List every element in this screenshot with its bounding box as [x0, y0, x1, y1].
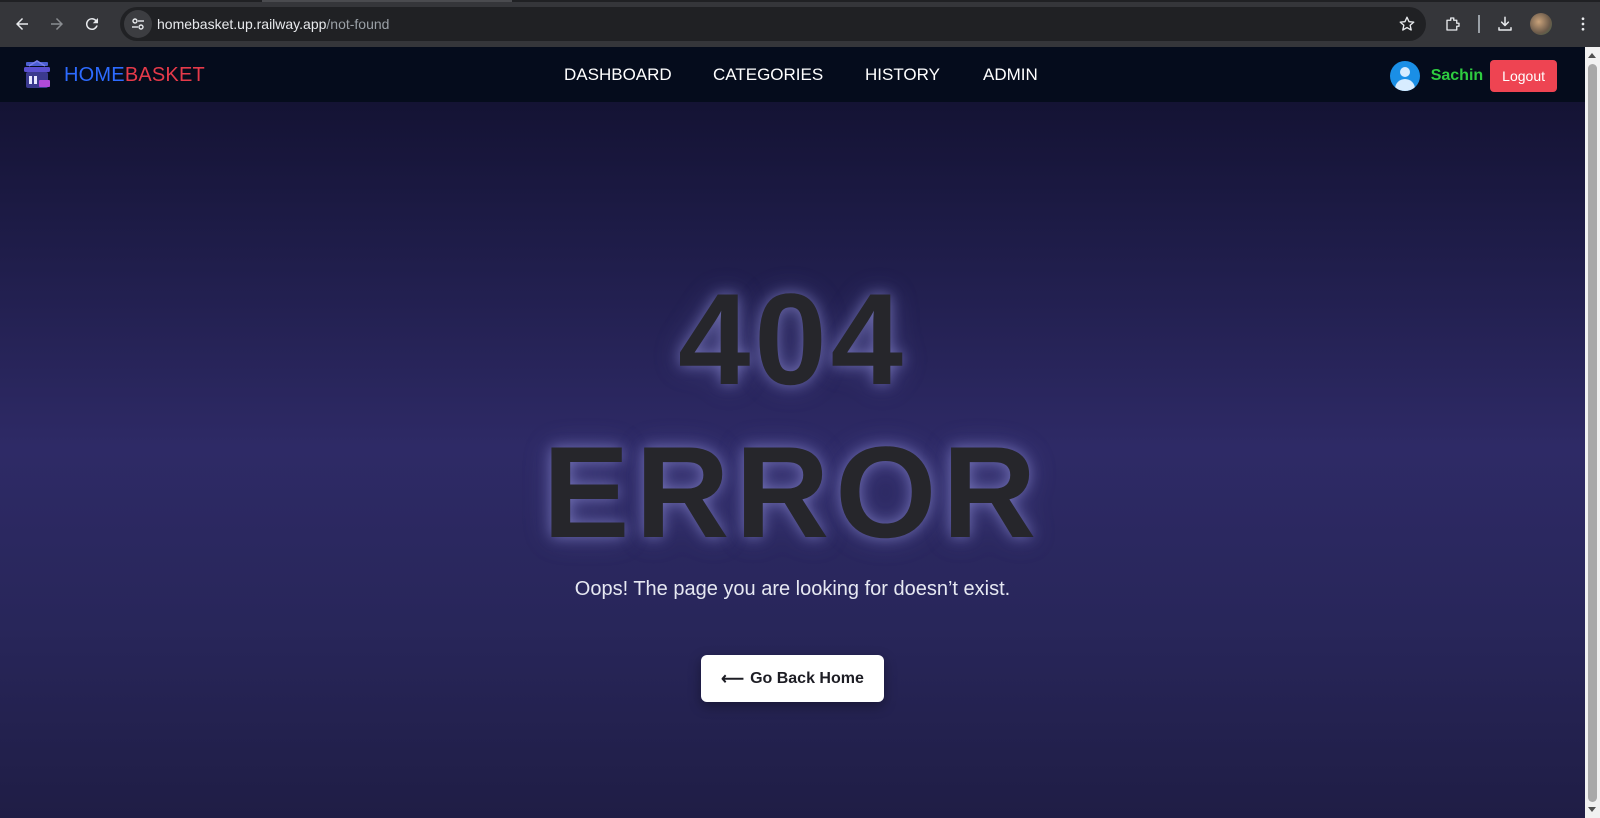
error-code: 404	[678, 266, 907, 412]
tab-strip	[0, 0, 1600, 2]
browser-toolbar: homebasket.up.railway.app/not-found	[0, 0, 1600, 47]
nav-categories[interactable]: CATEGORIES	[713, 65, 823, 85]
more-menu-button[interactable]	[1567, 8, 1599, 40]
nav-admin[interactable]: ADMIN	[983, 65, 1038, 85]
more-menu-icon	[1581, 17, 1585, 31]
active-tab-indicator	[262, 0, 512, 2]
scroll-up-arrow[interactable]	[1588, 53, 1596, 58]
extensions-icon	[1446, 17, 1460, 31]
left-arrow-icon: ⟵	[721, 670, 745, 688]
url-path: /not-found	[326, 16, 390, 32]
toolbar-separator	[1478, 15, 1480, 33]
back-icon	[16, 18, 28, 30]
scrollbar-thumb[interactable]	[1588, 64, 1597, 802]
extensions-button[interactable]	[1437, 8, 1469, 40]
page-scrollbar[interactable]	[1585, 47, 1600, 818]
page-viewport: HOMEBASKET DASHBOARD CATEGORIES HISTORY …	[0, 47, 1585, 818]
site-info-icon	[132, 18, 144, 30]
go-back-home-button[interactable]: ⟵ Go Back Home	[701, 655, 884, 702]
bookmark-star-icon[interactable]	[1398, 15, 1416, 33]
scroll-down-arrow[interactable]	[1588, 807, 1596, 812]
error-message: Oops! The page you are looking for doesn…	[574, 578, 1011, 600]
site-info-button[interactable]	[124, 10, 152, 38]
go-back-home-label: Go Back Home	[750, 669, 864, 687]
logout-button[interactable]: Logout	[1490, 60, 1557, 92]
address-bar[interactable]: homebasket.up.railway.app/not-found	[120, 7, 1426, 41]
nav-history[interactable]: HISTORY	[865, 65, 940, 85]
url-host: homebasket.up.railway.app	[157, 16, 327, 32]
forward-icon	[51, 18, 63, 30]
profile-avatar[interactable]	[1530, 13, 1552, 35]
forward-button[interactable]	[41, 8, 73, 40]
back-button[interactable]	[6, 8, 38, 40]
downloads-button[interactable]	[1489, 8, 1521, 40]
reload-button[interactable]	[76, 8, 108, 40]
nav-dashboard[interactable]: DASHBOARD	[564, 65, 672, 85]
user-area: Sachin Logout	[1389, 60, 1557, 92]
app-navbar: HOMEBASKET DASHBOARD CATEGORIES HISTORY …	[0, 47, 1585, 102]
download-icon	[1498, 16, 1512, 31]
reload-icon	[85, 18, 98, 31]
username-label: Sachin	[1430, 67, 1484, 84]
main-nav: DASHBOARD CATEGORIES HISTORY ADMIN	[0, 65, 1585, 89]
user-avatar-icon[interactable]	[1389, 61, 1420, 91]
url-text[interactable]: homebasket.up.railway.app/not-found	[157, 16, 389, 32]
error-title: ERROR	[542, 419, 1043, 565]
